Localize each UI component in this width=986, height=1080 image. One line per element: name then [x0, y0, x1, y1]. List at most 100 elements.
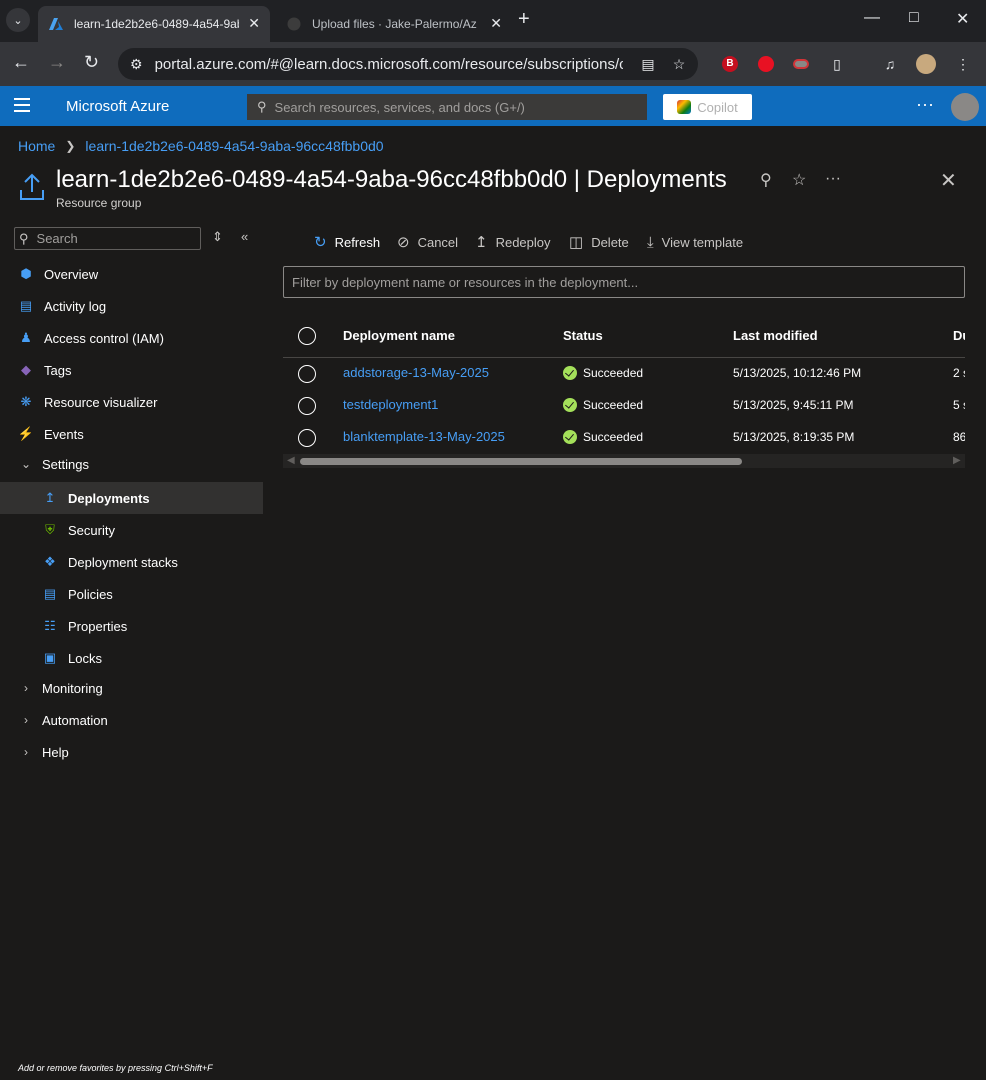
nav-item-label: Locks	[68, 650, 102, 666]
nav-item-tags[interactable]: ◆ Tags	[0, 354, 263, 386]
refresh-icon: ↻	[314, 234, 327, 251]
brand-name[interactable]: Microsoft Azure	[66, 98, 169, 115]
column-deployment-name[interactable]: Deployment name	[343, 328, 455, 343]
view-template-button[interactable]: ⤓ View template	[647, 232, 743, 252]
extensions-puzzle-icon[interactable]: ▯	[827, 54, 847, 74]
nav-item-label: Activity log	[44, 298, 107, 314]
scrollbar-thumb[interactable]	[300, 458, 742, 465]
nav-group-automation[interactable]: › Automation	[0, 704, 263, 736]
scroll-left-icon[interactable]: ◀	[287, 455, 295, 466]
nav-item-properties[interactable]: ☷ Properties	[0, 610, 263, 642]
breadcrumb: Home ❯ learn-1de2b2e6-0489-4a54-9aba-96c…	[18, 138, 384, 154]
nav-group-settings[interactable]: ⌄ Settings	[0, 448, 263, 480]
global-search-input[interactable]: ⚲ Search resources, services, and docs (…	[247, 94, 647, 120]
new-tab-icon[interactable]: +	[518, 8, 530, 31]
table-row[interactable]: blanktemplate-13-May-2025 Succeeded 5/13…	[283, 422, 965, 454]
status-text: Succeeded	[583, 366, 644, 380]
deployment-name-link[interactable]: blanktemplate-13-May-2025	[343, 429, 505, 444]
lightning-icon: ⚡	[17, 426, 35, 441]
column-status[interactable]: Status	[563, 328, 603, 343]
nav-item-security[interactable]: ⛨ Security	[0, 514, 263, 546]
refresh-button[interactable]: ↻ Refresh	[314, 232, 380, 252]
site-info-icon[interactable]: ⚙	[130, 56, 143, 73]
nav-item-access-control[interactable]: ♟ Access control (IAM)	[0, 322, 263, 354]
nav-search-input[interactable]: ⚲ Search	[14, 227, 201, 250]
deployment-name-link[interactable]: testdeployment1	[343, 397, 438, 412]
nav-group-help[interactable]: › Help	[0, 736, 263, 768]
account-avatar[interactable]	[951, 93, 979, 121]
chevron-right-icon: ›	[24, 713, 28, 727]
deployment-name-link[interactable]: addstorage-13-May-2025	[343, 365, 489, 380]
duration-cell: 2 s	[953, 366, 965, 380]
breadcrumb-home[interactable]: Home	[18, 138, 55, 154]
select-all-checkbox[interactable]	[298, 327, 316, 345]
download-icon: ⤓	[647, 233, 654, 251]
nav-item-label: Events	[44, 426, 84, 442]
status-cell: Succeeded	[563, 398, 643, 412]
browser-tab-active[interactable]: learn-1de2b2e6-0489-4a54-9aba-96cc48fbb0…	[38, 6, 270, 42]
nav-item-label: Overview	[44, 266, 99, 282]
horizontal-scrollbar[interactable]: ◀ ▶	[283, 454, 965, 468]
browser-tab[interactable]: Upload files · Jake-Palermo/Azure ✕	[276, 6, 512, 42]
extension-b-icon[interactable]: B	[720, 54, 740, 74]
bookmark-star-icon[interactable]: ☆	[669, 54, 689, 74]
row-select-radio[interactable]	[298, 429, 316, 447]
close-icon[interactable]: ✕	[940, 168, 957, 193]
deployment-filter-input[interactable]: Filter by deployment name or resources i…	[283, 266, 965, 298]
collapse-nav-icon[interactable]: «	[241, 229, 248, 244]
table-row[interactable]: testdeployment1 Succeeded 5/13/2025, 9:4…	[283, 390, 965, 422]
nav-item-resource-visualizer[interactable]: ❋ Resource visualizer	[0, 386, 263, 418]
column-last-modified[interactable]: Last modified	[733, 328, 818, 343]
address-bar[interactable]: ⚙ portal.azure.com/#@learn.docs.microsof…	[118, 48, 698, 80]
nav-item-label: Properties	[68, 618, 128, 634]
breadcrumb-resource[interactable]: learn-1de2b2e6-0489-4a54-9aba-96cc48fbb0…	[85, 138, 383, 154]
cancel-button[interactable]: ⊘ Cancel	[397, 232, 458, 252]
forward-icon[interactable]: →	[48, 52, 66, 73]
nav-item-policies[interactable]: ▤ Policies	[0, 578, 263, 610]
deployments-icon	[18, 172, 46, 202]
redeploy-button[interactable]: ↥ Redeploy	[475, 232, 551, 252]
back-icon[interactable]: ←	[12, 52, 30, 73]
nav-item-activity-log[interactable]: ▤ Activity log	[0, 290, 263, 322]
copilot-icon	[677, 100, 692, 114]
table-row[interactable]: addstorage-13-May-2025 Succeeded 5/13/20…	[283, 358, 965, 390]
delete-button[interactable]: ◫ Delete	[569, 232, 629, 252]
media-control-icon[interactable]: ♫	[880, 54, 900, 74]
success-check-icon	[563, 398, 577, 412]
nav-item-label: Policies	[68, 586, 113, 602]
nav-item-deployment-stacks[interactable]: ❖ Deployment stacks	[0, 546, 263, 578]
window-close-icon[interactable]: ✕	[956, 9, 969, 29]
extension-hand-icon[interactable]	[756, 54, 776, 74]
portal-menu-icon[interactable]	[14, 98, 30, 116]
minimize-icon[interactable]: —	[864, 9, 880, 27]
more-options-icon[interactable]: ···	[916, 94, 934, 115]
people-icon: ♟	[20, 330, 32, 345]
grid-header: Deployment name Status Last modified Du	[283, 318, 965, 358]
profile-avatar-icon[interactable]	[916, 54, 936, 74]
nav-item-label: Help	[42, 744, 69, 760]
extension-glasses-icon[interactable]	[791, 54, 811, 74]
row-select-radio[interactable]	[298, 365, 316, 383]
nav-group-monitoring[interactable]: › Monitoring	[0, 672, 263, 704]
install-app-icon[interactable]: ▤	[638, 54, 658, 74]
sort-icon[interactable]: ⇕	[212, 229, 223, 245]
tab-close-icon[interactable]: ✕	[248, 15, 260, 32]
nav-item-overview[interactable]: ⬢ Overview	[0, 258, 263, 290]
cancel-label: Cancel	[417, 234, 459, 250]
nav-item-events[interactable]: ⚡ Events	[0, 418, 263, 450]
column-duration[interactable]: Du	[953, 328, 965, 343]
redeploy-icon: ↥	[475, 234, 488, 251]
more-options-icon[interactable]: ···	[825, 170, 841, 188]
favorite-star-icon[interactable]: ☆	[792, 170, 806, 190]
browser-menu-icon[interactable]: ⋮	[953, 54, 973, 74]
pin-icon[interactable]: ⚲	[760, 170, 772, 190]
reload-icon[interactable]: ↻	[84, 52, 99, 73]
row-select-radio[interactable]	[298, 397, 316, 415]
tab-search-dropdown-icon[interactable]: ⌄	[6, 8, 30, 32]
scroll-right-icon[interactable]: ▶	[953, 455, 961, 466]
nav-item-deployments[interactable]: ↥ Deployments	[0, 482, 263, 514]
maximize-icon[interactable]: □	[909, 9, 919, 27]
nav-item-locks[interactable]: ▣ Locks	[0, 642, 263, 674]
copilot-button[interactable]: Copilot	[663, 94, 752, 120]
tab-close-icon[interactable]: ✕	[490, 15, 502, 32]
